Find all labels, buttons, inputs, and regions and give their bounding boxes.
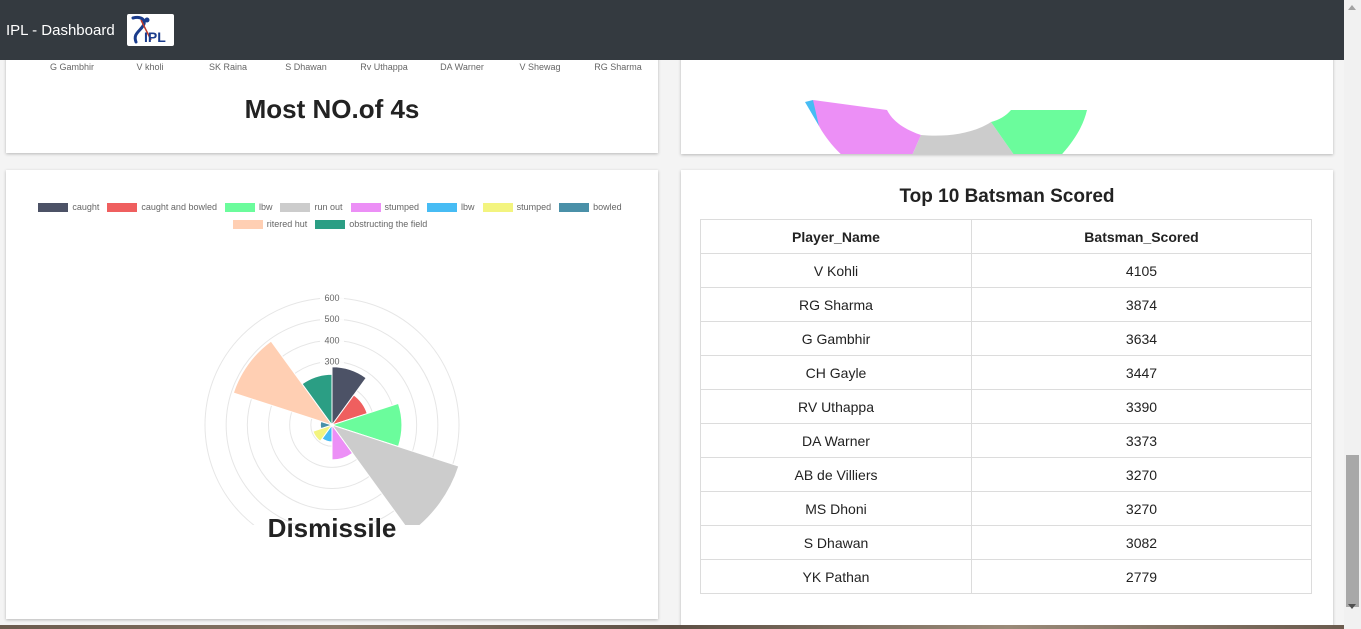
player-name-cell: G Gambhir <box>700 321 972 356</box>
legend-label: caught <box>72 202 100 212</box>
score-cell: 3634 <box>971 321 1312 356</box>
legend-item[interactable]: lbw <box>224 200 273 214</box>
legend-swatch <box>427 202 458 212</box>
player-name-cell: AB de Villiers <box>700 457 972 492</box>
scrollbar-thumb[interactable] <box>1346 455 1359 607</box>
x-tick-label: Rv Uthappa <box>360 62 408 72</box>
table-row: S Dhawan 3082 <box>700 525 1312 560</box>
batsman-table: Player_Name Batsman_Scored V Kohli 4105 R… <box>700 219 1312 594</box>
table-row: CH Gayle 3447 <box>700 355 1312 390</box>
most-fours-card: G Gambhir V kholi SK Raina S Dhawan Rv U… <box>6 60 658 153</box>
ipl-logo: IPL <box>126 14 174 46</box>
legend-label: stumped <box>384 202 420 212</box>
score-cell: 3270 <box>971 491 1312 526</box>
score-cell: 3874 <box>971 287 1312 322</box>
legend-item[interactable]: bowled <box>559 200 622 214</box>
legend-label: lbw <box>258 202 273 212</box>
desktop-background-strip <box>0 625 1344 629</box>
donut-slice[interactable] <box>813 100 921 154</box>
table-row: YK Pathan 2779 <box>700 559 1312 594</box>
fours-x-axis-labels: G Gambhir V kholi SK Raina S Dhawan Rv U… <box>6 62 658 76</box>
batsman-table-title: Top 10 Batsman Scored <box>899 186 1115 207</box>
legend-label: stumped <box>516 202 552 212</box>
legend-item[interactable]: run out <box>280 200 343 214</box>
dismissal-title: Dismissile <box>267 513 397 543</box>
legend-item[interactable]: caught <box>38 200 99 214</box>
legend-item[interactable]: caught and bowled <box>107 200 217 214</box>
player-name-cell: CH Gayle <box>700 355 972 390</box>
x-tick-label: RG Sharma <box>594 62 642 72</box>
player-name-cell: S Dhawan <box>700 525 972 560</box>
score-cell: 3082 <box>971 525 1312 560</box>
column-header-score: Batsman_Scored <box>971 219 1312 254</box>
score-cell: 3373 <box>971 423 1312 458</box>
table-row: DA Warner 3373 <box>700 423 1312 458</box>
page-scrollbar[interactable] <box>1344 0 1361 629</box>
legend-label: caught and bowled <box>141 202 217 212</box>
legend-swatch <box>482 202 513 212</box>
table-row: G Gambhir 3634 <box>700 321 1312 356</box>
legend-label: lbw <box>461 202 475 212</box>
legend-swatch <box>280 202 311 212</box>
legend-item[interactable]: stumped <box>350 200 420 214</box>
radial-tick-label: 600 <box>324 293 339 303</box>
radial-tick-label: 300 <box>324 357 339 367</box>
player-name-cell: RV Uthappa <box>700 389 972 424</box>
legend-label: bowled <box>593 202 622 212</box>
x-tick-label: SK Raina <box>208 62 248 72</box>
table-header-row: Player_Name Batsman_Scored <box>700 219 1312 254</box>
donut-chart-partial <box>805 100 1087 154</box>
dismissal-card: caught caught and bowled lbw run out stumped… <box>6 170 658 619</box>
dashboard-content: G Gambhir V kholi SK Raina S Dhawan Rv U… <box>0 60 1344 626</box>
player-name-cell: YK Pathan <box>700 559 972 594</box>
radial-tick-label: 400 <box>324 335 339 345</box>
table-row: MS Dhoni 3270 <box>700 491 1312 526</box>
score-cell: 2779 <box>971 559 1312 594</box>
most-fours-title: Most NO.of 4s <box>244 94 420 124</box>
legend-swatch <box>107 202 138 212</box>
player-name-cell: RG Sharma <box>700 287 972 322</box>
top-navbar: IPL - Dashboard IPL <box>0 0 1344 60</box>
x-tick-label: DA Warner <box>440 62 484 72</box>
scroll-down-arrow-icon[interactable] <box>1348 604 1356 609</box>
column-header-player: Player_Name <box>700 219 972 254</box>
score-cell: 3270 <box>971 457 1312 492</box>
score-cell: 3390 <box>971 389 1312 424</box>
legend-item[interactable]: stumped <box>482 200 552 214</box>
x-tick-label: G Gambhir <box>49 62 95 72</box>
table-row: V Kohli 4105 <box>700 253 1312 288</box>
legend-item[interactable]: lbw <box>427 200 475 214</box>
score-cell: 4105 <box>971 253 1312 288</box>
legend-swatch <box>350 202 381 212</box>
x-tick-label: V Shewag <box>519 62 561 72</box>
batsman-table-card: Top 10 Batsman Scored Player_Name Batsma… <box>681 170 1333 626</box>
radial-tick-label: 500 <box>324 314 339 324</box>
score-cell: 3447 <box>971 355 1312 390</box>
table-row: RG Sharma 3874 <box>700 287 1312 322</box>
ipl-logo-text: IPL <box>144 29 166 45</box>
table-row: RV Uthappa 3390 <box>700 389 1312 424</box>
legend-swatch <box>559 202 590 212</box>
player-name-cell: MS Dhoni <box>700 491 972 526</box>
player-name-cell: DA Warner <box>700 423 972 458</box>
x-tick-label: V kholi <box>136 62 164 72</box>
donut-chart-card <box>681 60 1333 154</box>
app-title[interactable]: IPL - Dashboard <box>6 22 115 39</box>
legend-swatch <box>224 202 255 212</box>
dismissal-polar-chart: 300 400 500 600 <box>204 292 460 525</box>
player-name-cell: V Kohli <box>700 253 972 288</box>
legend-swatch <box>38 202 69 212</box>
legend-label: run out <box>314 202 343 212</box>
table-row: AB de Villiers 3270 <box>700 457 1312 492</box>
scroll-up-arrow-icon[interactable] <box>1348 5 1356 10</box>
x-tick-label: S Dhawan <box>285 62 327 72</box>
